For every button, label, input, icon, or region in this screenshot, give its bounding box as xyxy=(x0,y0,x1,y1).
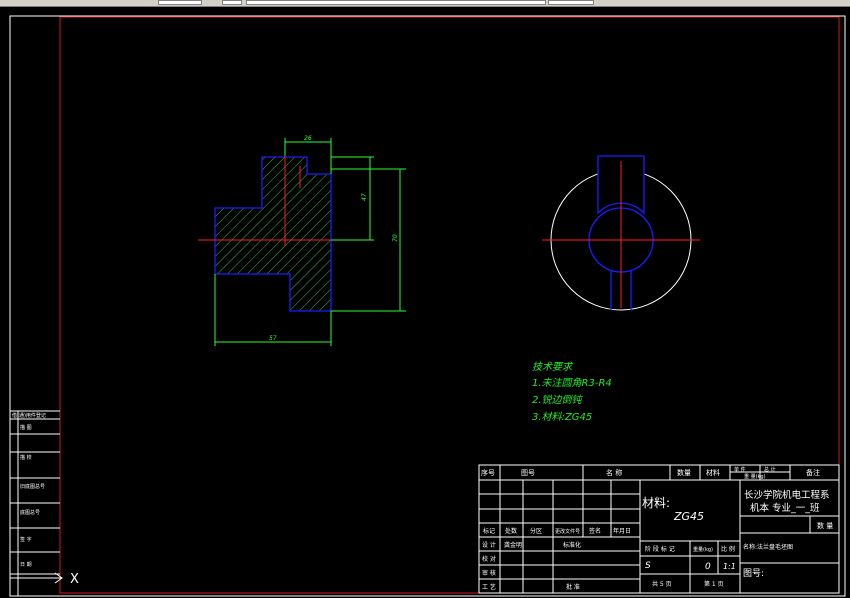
tb-stage-label: 阶 段 标 记 xyxy=(645,545,675,553)
tb-material-label: 材料: xyxy=(642,496,670,510)
tech-item-1: 1.未注圆角R3-R4 xyxy=(532,377,612,389)
drawing-canvas[interactable]: 26 47 70 57 技术要求 1.未注圆角R3-R4 2.锐边倒钝 3.材料… xyxy=(0,6,850,598)
tb-qty-label: 数 量 xyxy=(817,521,833,530)
command-field[interactable] xyxy=(246,0,546,5)
tb-standardize: 标准化 xyxy=(563,541,581,549)
strip-label-1: 描 图 xyxy=(20,424,32,431)
drawing-frame xyxy=(59,16,840,594)
tb-sign-process: 工 艺 xyxy=(482,583,496,591)
property-field[interactable] xyxy=(222,0,242,5)
strip-label-0: 借(通)用件登记 xyxy=(12,412,46,419)
tb-weight: 重 量(kg) xyxy=(744,473,766,480)
color-dropdown[interactable] xyxy=(548,0,594,5)
tb-change-3: 更改文件号 xyxy=(555,528,580,535)
section-view[interactable]: 26 47 70 57 xyxy=(198,135,406,346)
strip-label-5: 签 字 xyxy=(20,536,32,543)
tb-change-1: 处数 xyxy=(505,527,517,535)
tb-single: 单 件 xyxy=(734,466,746,473)
left-strip-table xyxy=(10,410,60,596)
dim-right-small: 47 xyxy=(361,193,368,201)
tb-scale-label: 比 例 xyxy=(721,545,735,553)
tb-material-value: ZG45 xyxy=(673,510,704,523)
tb-change-2: 分区 xyxy=(530,527,542,535)
tb-seq: 序号 xyxy=(481,468,495,477)
strip-label-4: 底图总号 xyxy=(20,509,40,516)
strip-label-3: 旧底图总号 xyxy=(20,483,45,490)
tech-item-2: 2.锐边倒钝 xyxy=(532,394,584,406)
tb-scale-value: 1:1 xyxy=(723,562,736,571)
tb-material: 材料 xyxy=(706,468,720,477)
dim-top-width: 26 xyxy=(304,135,312,142)
tb-sheets-total: 共 5 页 xyxy=(652,580,672,588)
strip-label-6: 日 期 xyxy=(20,562,32,568)
tb-drawing-no: 图号 xyxy=(521,469,535,477)
tb-total: 总 计 xyxy=(764,466,776,473)
tech-title: 技术要求 xyxy=(532,361,574,373)
layer-dropdown[interactable] xyxy=(158,0,202,5)
tb-name: 名 称 xyxy=(606,468,622,477)
tb-sheet-current: 第 1 页 xyxy=(704,580,724,588)
dim-right-large: 70 xyxy=(392,234,399,242)
tb-approve: 批 准 xyxy=(566,583,580,591)
tb-school-line2: 机本 专业_一_班 xyxy=(750,502,820,514)
tb-sign-review: 审 核 xyxy=(482,569,496,577)
tb-qty: 数量 xyxy=(677,468,691,477)
tech-requirements: 技术要求 1.未注圆角R3-R4 2.锐边倒钝 3.材料:ZG45 xyxy=(532,361,612,423)
tb-change-5: 年月日 xyxy=(613,527,631,535)
tb-change-0: 标记 xyxy=(483,527,495,535)
dim-bottom-width: 57 xyxy=(269,335,277,342)
section-hatch xyxy=(214,156,332,312)
side-view[interactable] xyxy=(542,155,700,311)
tb-sign-check: 校 对 xyxy=(482,555,496,563)
tb-sign-name: 龚金明 xyxy=(504,541,522,549)
strip-label-2: 描 校 xyxy=(20,454,32,461)
tb-sign-design: 设 计 xyxy=(482,541,496,549)
tb-stage-value: S xyxy=(645,561,651,571)
tb-remark: 备注 xyxy=(806,468,820,477)
tb-drawing-number-label: 图号: xyxy=(743,568,764,579)
tech-item-3: 3.材料:ZG45 xyxy=(532,411,592,423)
sheet-border xyxy=(9,15,846,597)
tb-weight-value: 0 xyxy=(705,562,711,572)
tb-part-name: 名称:法兰盘毛坯图 xyxy=(743,543,793,551)
tb-weight-label: 重量(kg) xyxy=(693,546,713,553)
ucs-x-label: X xyxy=(70,572,79,587)
tb-change-4: 签名 xyxy=(589,527,601,535)
tb-school-line1: 长沙学院机电工程系 xyxy=(744,489,830,501)
